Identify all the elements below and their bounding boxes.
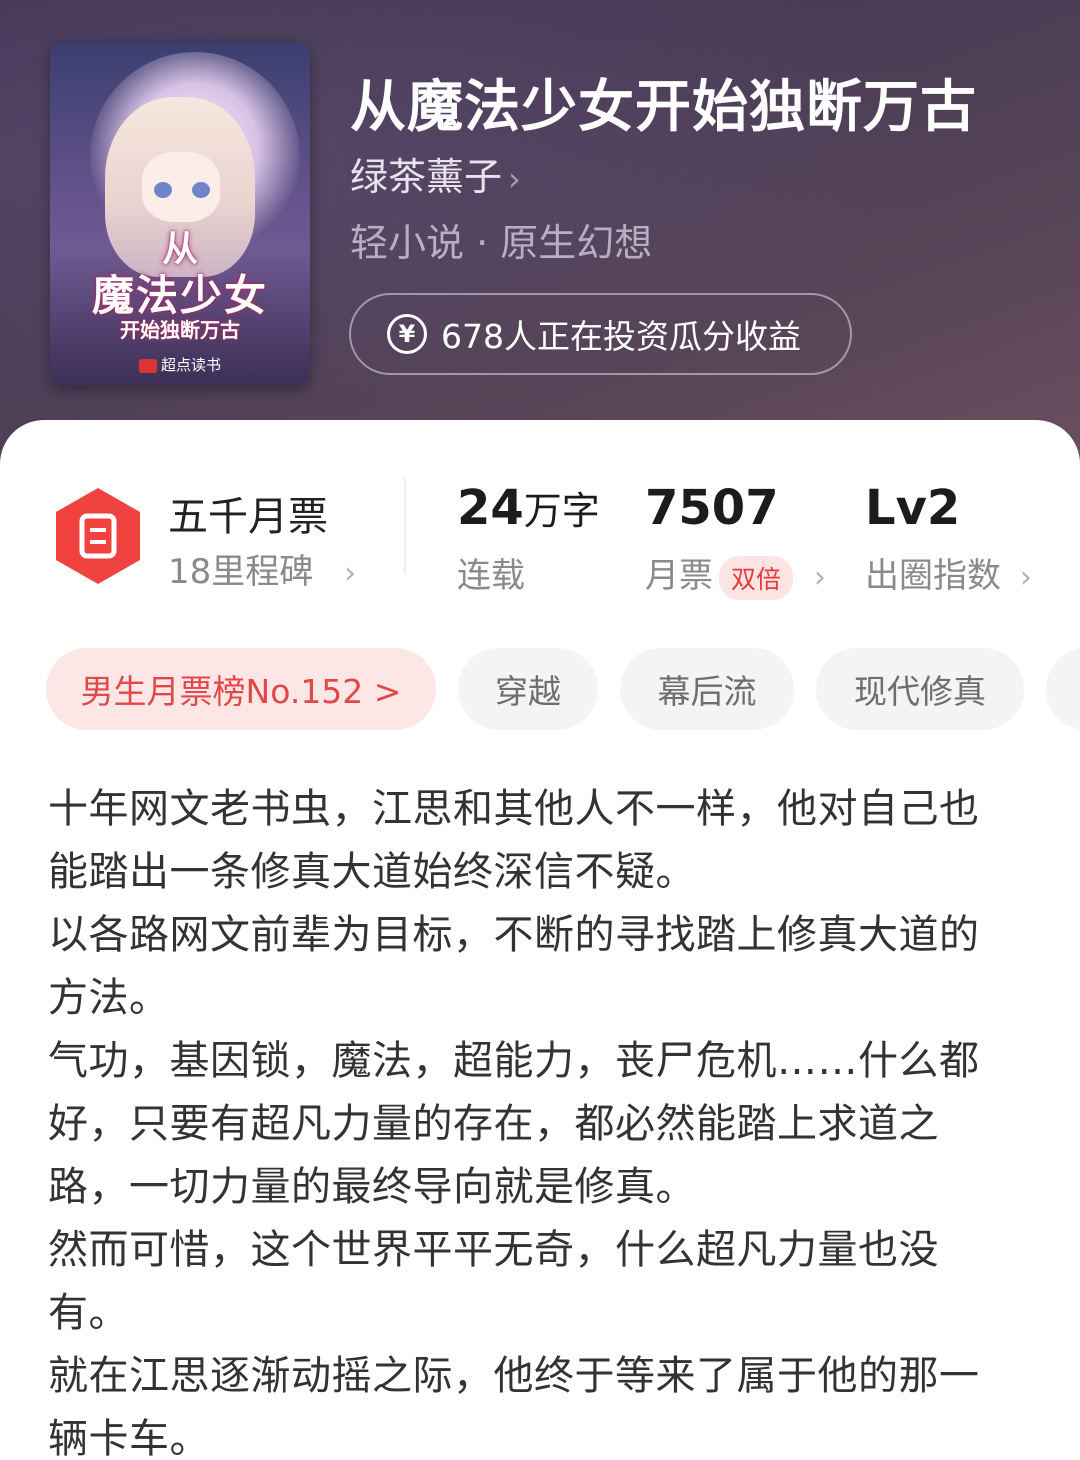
tag-list: 男生月票榜No.152 > 穿越 幕后流 现代修真 [0, 648, 1080, 730]
cover-eye-right [192, 182, 210, 198]
book-cover[interactable]: 从 魔法少女 开始独断万古 超点读书 [50, 42, 310, 386]
influence-index-label: 出圈指数 [865, 556, 1001, 596]
author-name: 绿茶薰子 [350, 155, 503, 199]
milestone-title: 五千月票 [168, 494, 328, 540]
chevron-right-icon: › [344, 556, 357, 591]
yen-circle-icon: ¥ [387, 314, 427, 354]
book-title: 从魔法少女开始独断万古 [350, 74, 977, 140]
synopsis: 十年网文老书虫，江思和其他人不一样，他对自己也能踏出一条修真大道始终深信不疑。 … [48, 778, 1018, 1460]
publisher-logo-icon [138, 358, 157, 373]
book-header: 从 魔法少女 开始独断万古 超点读书 从魔法少女开始独断万古 绿茶薰子 › 轻小说… [0, 0, 1080, 470]
word-count-unit: 万字 [523, 489, 600, 533]
synopsis-paragraph: 以各路网文前辈为目标，不断的寻找踏上修真大道的方法。 [48, 912, 980, 1021]
tag-item[interactable]: 幕后流 [620, 648, 794, 730]
word-count: 24万字 [457, 480, 600, 536]
synopsis-paragraph: 就在江思逐渐动摇之际，他终于等来了属于他的那一辆卡车。 [48, 1353, 980, 1460]
book-category: 轻小说 · 原生幻想 [350, 221, 653, 265]
tag-item-partial[interactable] [1046, 648, 1080, 730]
book-detail-panel: 五千月票 18里程碑 › 24万字 连载 7507 月票 双倍 › Lv2 出圈指… [0, 420, 1080, 1460]
monthly-ticket-link[interactable]: 月票 双倍 › [645, 548, 826, 600]
monthly-ticket-count: 7507 [645, 480, 779, 536]
cover-publisher-label: 超点读书 [160, 356, 221, 374]
cover-eye-left [154, 182, 172, 198]
monthly-ticket-badge-icon[interactable] [52, 486, 144, 586]
chevron-right-icon: › [508, 160, 521, 198]
monthly-ticket-label: 月票 [645, 556, 713, 596]
serial-status: 连载 [457, 556, 525, 596]
cover-publisher: 超点读书 [50, 354, 310, 375]
synopsis-paragraph: 十年网文老书虫，江思和其他人不一样，他对自己也能踏出一条修真大道始终深信不疑。 [48, 786, 980, 895]
double-badge: 双倍 [719, 555, 794, 600]
chevron-right-icon: › [1019, 560, 1032, 595]
author-link[interactable]: 绿茶薰子 › [350, 146, 521, 201]
cover-title-line3: 开始独断万古 [120, 318, 240, 342]
milestone-link[interactable]: 18里程碑 › [168, 544, 356, 593]
word-count-value: 24 [457, 480, 524, 536]
chevron-right-icon: › [813, 560, 826, 595]
invest-label: 678人正在投资瓜分收益 [441, 317, 801, 356]
influence-index-link[interactable]: 出圈指数 › [865, 548, 1032, 597]
stats-divider [404, 478, 406, 574]
tag-item[interactable]: 现代修真 [816, 648, 1024, 730]
milestone-sub: 18里程碑 [168, 552, 314, 592]
synopsis-paragraph: 然而可惜，这个世界平平无奇，什么超凡力量也没有。 [48, 1227, 939, 1336]
level-value: Lv2 [865, 480, 961, 536]
synopsis-paragraph: 气功，基因锁，魔法，超能力，丧尸危机……什么都好，只要有超凡力量的存在，都必然能… [48, 1038, 980, 1210]
tag-item[interactable]: 穿越 [458, 648, 598, 730]
tag-rank[interactable]: 男生月票榜No.152 > [46, 648, 436, 730]
invest-button[interactable]: ¥ 678人正在投资瓜分收益 [349, 293, 852, 375]
